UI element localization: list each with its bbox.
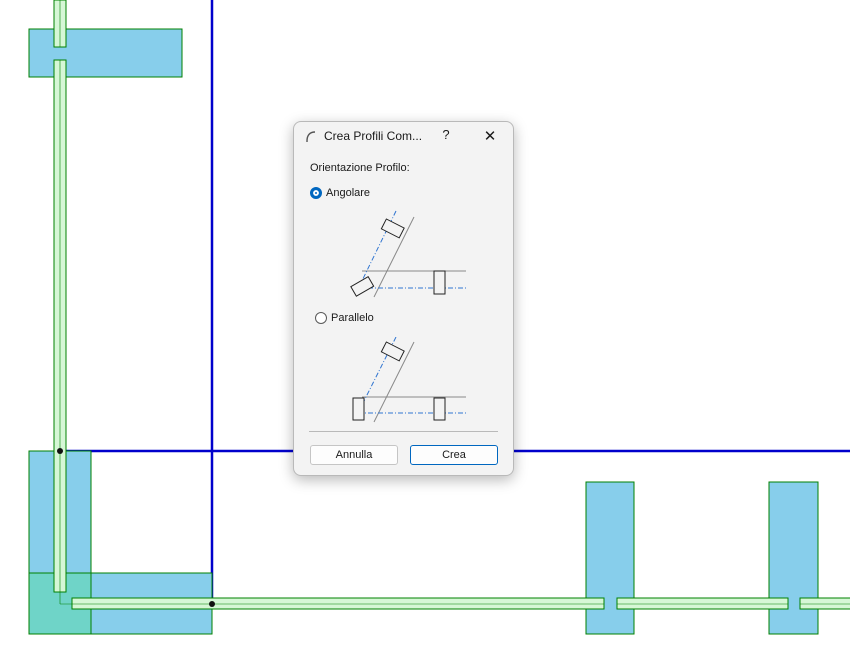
node-point[interactable]: [57, 448, 63, 454]
profile-arc-icon: [306, 131, 316, 142]
dialog-title: Crea Profili Com...: [324, 129, 423, 143]
angular-orientation-diagram: [350, 210, 466, 298]
option-label: Parallelo: [331, 312, 374, 324]
dialog-separator: [309, 431, 498, 432]
node-point[interactable]: [209, 601, 215, 607]
dialog-titlebar[interactable]: Crea Profili Com... ? ✕: [294, 122, 513, 150]
help-button[interactable]: ?: [438, 127, 454, 145]
parallel-orientation-diagram: [352, 337, 466, 423]
close-button[interactable]: ✕: [480, 127, 500, 145]
orientation-label: Orientazione Profilo:: [310, 162, 410, 174]
profile-member[interactable]: [71, 597, 605, 610]
profile-member[interactable]: [616, 597, 789, 610]
column-block[interactable]: [585, 481, 635, 635]
profile-member[interactable]: [799, 597, 850, 610]
cancel-button[interactable]: Annulla: [310, 445, 398, 465]
create-profiles-dialog: Crea Profili Com... ? ✕ Orientazione Pro…: [293, 121, 514, 476]
option-parallelo[interactable]: Parallelo: [315, 312, 374, 324]
radio-parallelo[interactable]: [315, 312, 327, 324]
option-angolare[interactable]: Angolare: [310, 187, 370, 199]
wall-block[interactable]: [28, 28, 183, 78]
create-button[interactable]: Crea: [410, 445, 498, 465]
option-label: Angolare: [326, 187, 371, 199]
column-block[interactable]: [768, 481, 819, 635]
radio-angolare[interactable]: [310, 187, 322, 199]
